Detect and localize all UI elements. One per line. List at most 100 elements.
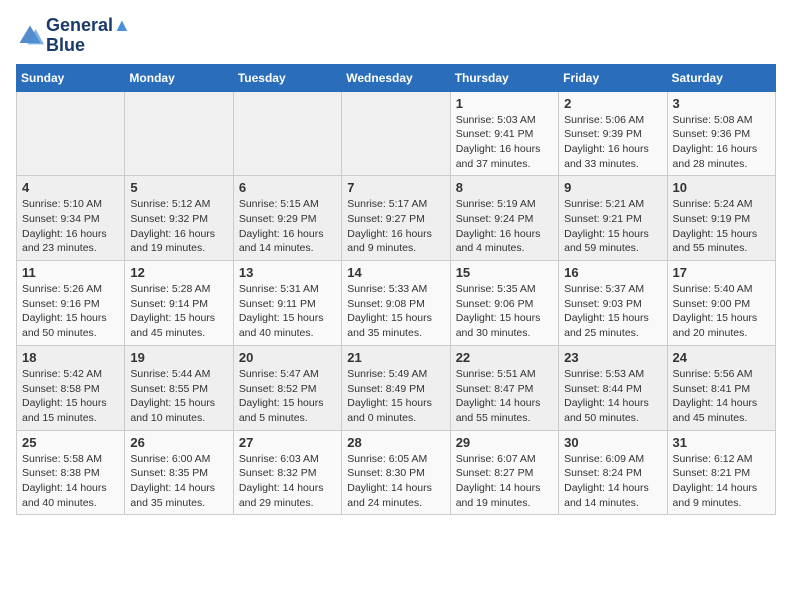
weekday-header-wednesday: Wednesday [342,64,450,91]
calendar-week-4: 18 Sunrise: 5:42 AM Sunset: 8:58 PM Dayli… [17,345,776,430]
weekday-header-sunday: Sunday [17,64,125,91]
day-number: 30 [564,435,661,450]
calendar-cell: 1 Sunrise: 5:03 AM Sunset: 9:41 PM Daylig… [450,91,558,176]
day-number: 17 [673,265,770,280]
day-number: 27 [239,435,336,450]
calendar-week-1: 1 Sunrise: 5:03 AM Sunset: 9:41 PM Daylig… [17,91,776,176]
day-number: 10 [673,180,770,195]
day-number: 9 [564,180,661,195]
calendar-cell [233,91,341,176]
calendar-cell [125,91,233,176]
calendar-cell: 22 Sunrise: 5:51 AM Sunset: 8:47 PM Dayli… [450,345,558,430]
logo-icon [16,22,44,50]
calendar-cell: 23Sunrise: 5:53 AM Sunset: 8:44 PM Dayli… [559,345,667,430]
day-number: 13 [239,265,336,280]
day-number: 12 [130,265,227,280]
calendar-cell: 6Sunrise: 5:15 AM Sunset: 9:29 PM Daylig… [233,176,341,261]
day-number: 16 [564,265,661,280]
calendar-cell: 14Sunrise: 5:33 AM Sunset: 9:08 PM Dayli… [342,261,450,346]
logo: General▲ Blue [16,16,131,56]
page-header: General▲ Blue [16,16,776,56]
day-number: 25 [22,435,119,450]
day-number: 8 [456,180,553,195]
calendar-week-2: 4 Sunrise: 5:10 AM Sunset: 9:34 PM Daylig… [17,176,776,261]
day-info: Sunrise: 5:24 AM Sunset: 9:19 PM Dayligh… [673,197,770,256]
day-info: Sunrise: 5:44 AM Sunset: 8:55 PM Dayligh… [130,367,227,426]
calendar-cell: 3 Sunrise: 5:08 AM Sunset: 9:36 PM Daylig… [667,91,775,176]
weekday-header-tuesday: Tuesday [233,64,341,91]
day-number: 15 [456,265,553,280]
calendar-cell: 27 Sunrise: 6:03 AM Sunset: 8:32 PM Dayli… [233,430,341,515]
day-info: Sunrise: 5:56 AM Sunset: 8:41 PM Dayligh… [673,367,770,426]
calendar-cell: 20Sunrise: 5:47 AM Sunset: 8:52 PM Dayli… [233,345,341,430]
calendar-week-3: 11 Sunrise: 5:26 AM Sunset: 9:16 PM Dayli… [17,261,776,346]
day-info: Sunrise: 5:53 AM Sunset: 8:44 PM Dayligh… [564,367,661,426]
calendar-cell: 16 Sunrise: 5:37 AM Sunset: 9:03 PM Dayli… [559,261,667,346]
day-info: Sunrise: 6:12 AM Sunset: 8:21 PM Dayligh… [673,452,770,511]
day-number: 19 [130,350,227,365]
day-number: 11 [22,265,119,280]
calendar-header: SundayMondayTuesdayWednesdayThursdayFrid… [17,64,776,91]
day-info: Sunrise: 5:17 AM Sunset: 9:27 PM Dayligh… [347,197,444,256]
day-info: Sunrise: 5:40 AM Sunset: 9:00 PM Dayligh… [673,282,770,341]
day-number: 18 [22,350,119,365]
calendar-cell: 21 Sunrise: 5:49 AM Sunset: 8:49 PM Dayli… [342,345,450,430]
calendar-cell: 11 Sunrise: 5:26 AM Sunset: 9:16 PM Dayli… [17,261,125,346]
day-info: Sunrise: 5:28 AM Sunset: 9:14 PM Dayligh… [130,282,227,341]
day-info: Sunrise: 5:10 AM Sunset: 9:34 PM Dayligh… [22,197,119,256]
day-info: Sunrise: 5:08 AM Sunset: 9:36 PM Dayligh… [673,113,770,172]
day-info: Sunrise: 5:51 AM Sunset: 8:47 PM Dayligh… [456,367,553,426]
calendar-cell: 15 Sunrise: 5:35 AM Sunset: 9:06 PM Dayli… [450,261,558,346]
calendar-cell: 4 Sunrise: 5:10 AM Sunset: 9:34 PM Daylig… [17,176,125,261]
day-info: Sunrise: 5:03 AM Sunset: 9:41 PM Dayligh… [456,113,553,172]
day-number: 24 [673,350,770,365]
day-number: 20 [239,350,336,365]
day-number: 2 [564,96,661,111]
calendar-cell: 2 Sunrise: 5:06 AM Sunset: 9:39 PM Daylig… [559,91,667,176]
day-number: 1 [456,96,553,111]
day-info: Sunrise: 6:00 AM Sunset: 8:35 PM Dayligh… [130,452,227,511]
day-number: 5 [130,180,227,195]
day-info: Sunrise: 5:37 AM Sunset: 9:03 PM Dayligh… [564,282,661,341]
calendar-cell [342,91,450,176]
day-number: 7 [347,180,444,195]
day-number: 28 [347,435,444,450]
day-number: 22 [456,350,553,365]
calendar-cell: 24 Sunrise: 5:56 AM Sunset: 8:41 PM Dayli… [667,345,775,430]
calendar-cell: 10 Sunrise: 5:24 AM Sunset: 9:19 PM Dayli… [667,176,775,261]
day-info: Sunrise: 5:19 AM Sunset: 9:24 PM Dayligh… [456,197,553,256]
day-info: Sunrise: 5:26 AM Sunset: 9:16 PM Dayligh… [22,282,119,341]
calendar-cell: 25 Sunrise: 5:58 AM Sunset: 8:38 PM Dayli… [17,430,125,515]
day-info: Sunrise: 5:58 AM Sunset: 8:38 PM Dayligh… [22,452,119,511]
calendar-cell: 9 Sunrise: 5:21 AM Sunset: 9:21 PM Daylig… [559,176,667,261]
day-info: Sunrise: 6:03 AM Sunset: 8:32 PM Dayligh… [239,452,336,511]
day-number: 4 [22,180,119,195]
calendar-cell: 7 Sunrise: 5:17 AM Sunset: 9:27 PM Daylig… [342,176,450,261]
day-info: Sunrise: 5:33 AM Sunset: 9:08 PM Dayligh… [347,282,444,341]
day-number: 21 [347,350,444,365]
calendar-cell: 30Sunrise: 6:09 AM Sunset: 8:24 PM Dayli… [559,430,667,515]
day-info: Sunrise: 6:05 AM Sunset: 8:30 PM Dayligh… [347,452,444,511]
calendar-week-5: 25 Sunrise: 5:58 AM Sunset: 8:38 PM Dayli… [17,430,776,515]
day-info: Sunrise: 5:49 AM Sunset: 8:49 PM Dayligh… [347,367,444,426]
calendar-cell: 17 Sunrise: 5:40 AM Sunset: 9:00 PM Dayli… [667,261,775,346]
day-info: Sunrise: 5:06 AM Sunset: 9:39 PM Dayligh… [564,113,661,172]
calendar-cell: 18 Sunrise: 5:42 AM Sunset: 8:58 PM Dayli… [17,345,125,430]
calendar-cell: 5Sunrise: 5:12 AM Sunset: 9:32 PM Daylig… [125,176,233,261]
calendar-cell: 19 Sunrise: 5:44 AM Sunset: 8:55 PM Dayli… [125,345,233,430]
weekday-header-thursday: Thursday [450,64,558,91]
calendar-cell: 26 Sunrise: 6:00 AM Sunset: 8:35 PM Dayli… [125,430,233,515]
day-number: 3 [673,96,770,111]
weekday-header-monday: Monday [125,64,233,91]
weekday-header-saturday: Saturday [667,64,775,91]
calendar-cell: 29Sunrise: 6:07 AM Sunset: 8:27 PM Dayli… [450,430,558,515]
calendar-cell [17,91,125,176]
day-number: 26 [130,435,227,450]
day-number: 31 [673,435,770,450]
day-info: Sunrise: 5:42 AM Sunset: 8:58 PM Dayligh… [22,367,119,426]
day-info: Sunrise: 5:21 AM Sunset: 9:21 PM Dayligh… [564,197,661,256]
day-info: Sunrise: 6:07 AM Sunset: 8:27 PM Dayligh… [456,452,553,511]
day-info: Sunrise: 5:35 AM Sunset: 9:06 PM Dayligh… [456,282,553,341]
logo-text: General▲ Blue [46,16,131,56]
calendar-cell: 8 Sunrise: 5:19 AM Sunset: 9:24 PM Daylig… [450,176,558,261]
